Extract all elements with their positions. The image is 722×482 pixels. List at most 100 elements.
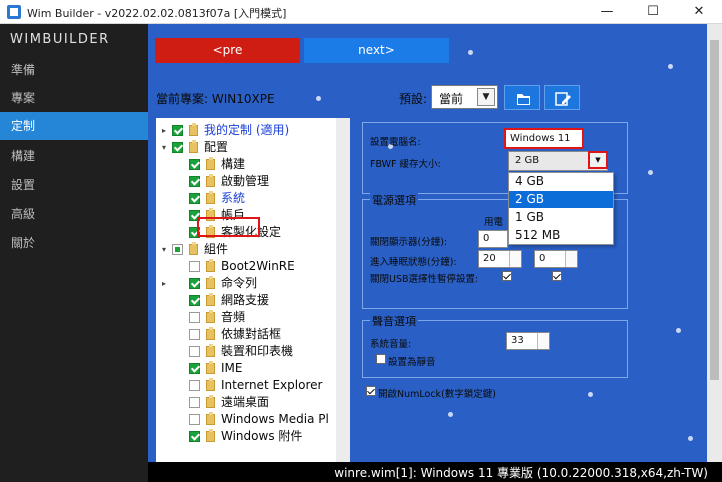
sidebar-item-about[interactable]: 關於: [0, 229, 148, 257]
tree-checkbox[interactable]: [189, 312, 200, 323]
tree-checkbox[interactable]: [189, 363, 200, 374]
folder-icon: [189, 140, 198, 153]
main-panel: <pre next> 當前專案: WIN10XPE 預設: 當前 ▼ ▸ 我的定…: [148, 24, 722, 462]
volume-stepper[interactable]: 33: [506, 332, 550, 350]
dropdown-option[interactable]: 4 GB: [509, 173, 613, 190]
tree-scrollbar[interactable]: [336, 118, 350, 462]
brand-logo: WIMBUILDER: [10, 32, 110, 47]
tree-item-label: 命令列: [221, 276, 258, 290]
folder-icon: [206, 412, 215, 425]
tree-item-label: Internet Explorer: [221, 378, 323, 392]
tree-item-label: Windows 附件: [221, 429, 303, 443]
preset-label: 預設:: [399, 92, 428, 106]
title-bar: Wim Builder - v2022.02.02.0813f07a [入門模式…: [0, 0, 722, 24]
close-button[interactable]: ✕: [676, 0, 722, 24]
mute-label: 設置為靜音: [388, 357, 436, 368]
spin-arrows-icon[interactable]: [537, 333, 549, 349]
main-scrollbar[interactable]: [707, 24, 722, 462]
sleep-value-2: 0: [539, 253, 546, 264]
app-icon: [7, 5, 21, 19]
fbwf-dropdown[interactable]: 4 GB 2 GB 1 GB 512 MB: [508, 172, 614, 245]
tree-checkbox[interactable]: [172, 142, 183, 153]
tree-item-label: 我的定制 (適用): [204, 123, 290, 137]
sound-legend: 聲音選項: [370, 313, 418, 329]
monitor-off-label: 關閉顯示器(分鐘):: [370, 237, 448, 248]
usb-suspend-checkbox-2[interactable]: [552, 271, 562, 281]
tree-checkbox[interactable]: [172, 244, 183, 255]
dropdown-option-selected[interactable]: 2 GB: [509, 191, 613, 208]
folder-icon: [206, 378, 215, 391]
tree-checkbox[interactable]: [189, 414, 200, 425]
expand-arrow-icon[interactable]: ▸: [158, 275, 170, 292]
tree-item-label: 配置: [204, 140, 229, 154]
mute-checkbox[interactable]: [376, 354, 386, 364]
status-bar: winre.wim[1]: Windows 11 專業版 (10.0.22000…: [148, 462, 722, 482]
monitor-off-stepper[interactable]: 0: [478, 230, 508, 248]
sidebar-item-build[interactable]: 構建: [0, 142, 148, 170]
tree-item-label: 組件: [204, 242, 229, 256]
tree-checkbox[interactable]: [189, 380, 200, 391]
folder-icon: [206, 327, 215, 340]
folder-icon: [206, 344, 215, 357]
status-text: winre.wim[1]: Windows 11 專業版 (10.0.22000…: [334, 466, 708, 480]
dropdown-option[interactable]: 512 MB: [509, 227, 613, 244]
tree-item-label: IME: [221, 361, 243, 375]
component-tree[interactable]: ▸ 我的定制 (適用) ▾ 配置 構建 啟動管理 系統 帳戶 客製化設定 ▾ 組…: [156, 118, 344, 462]
maximize-button[interactable]: ☐: [630, 0, 676, 24]
sidebar-item-settings[interactable]: 設置: [0, 171, 148, 199]
tree-checkbox[interactable]: [189, 159, 200, 170]
tree-item-label: 依據對話框: [221, 327, 282, 341]
scrollbar-thumb[interactable]: [710, 40, 719, 380]
sidebar-item-customize[interactable]: 定制: [0, 112, 148, 140]
minimize-button[interactable]: —: [584, 0, 630, 24]
folder-icon: [206, 429, 215, 442]
numlock-checkbox[interactable]: [366, 386, 376, 396]
sidebar-item-project[interactable]: 專案: [0, 84, 148, 112]
snow-dot: [316, 96, 321, 101]
dropdown-option[interactable]: 1 GB: [509, 209, 613, 226]
snow-dot: [468, 50, 473, 55]
sleep-stepper-2[interactable]: 0: [534, 250, 578, 268]
folder-icon: [206, 395, 215, 408]
spin-arrows-icon[interactable]: [565, 251, 577, 267]
folder-icon: [206, 276, 215, 289]
preset-select[interactable]: 當前 ▼: [431, 85, 498, 109]
chevron-down-icon[interactable]: ▼: [588, 151, 608, 169]
tree-item-label: 構建: [221, 157, 246, 171]
tree-checkbox[interactable]: [172, 125, 183, 136]
power-legend: 電源選項: [370, 192, 418, 208]
spin-arrows-icon[interactable]: [509, 251, 521, 267]
usb-suspend-checkbox[interactable]: [502, 271, 512, 281]
sleep-label: 進入睡眠狀態(分鐘):: [370, 257, 457, 268]
tree-checkbox[interactable]: [189, 431, 200, 442]
tree-checkbox[interactable]: [189, 193, 200, 204]
edit-preset-button[interactable]: [544, 85, 580, 110]
tree-item-label: Windows Media Pl: [221, 412, 329, 426]
tree-item-label: 遠端桌面: [221, 395, 270, 409]
monitor-off-value: 0: [483, 233, 490, 244]
folder-icon: [206, 361, 215, 374]
tree-checkbox[interactable]: [189, 261, 200, 272]
sleep-stepper[interactable]: 20: [478, 250, 522, 268]
tree-checkbox[interactable]: [189, 176, 200, 187]
pre-button[interactable]: <pre: [155, 38, 300, 63]
expand-arrow-icon[interactable]: ▾: [158, 241, 170, 258]
edit-icon: [555, 92, 571, 106]
save-preset-button[interactable]: [504, 85, 540, 110]
expand-arrow-icon[interactable]: ▸: [158, 122, 170, 139]
chevron-down-icon[interactable]: ▼: [477, 88, 495, 106]
sidebar-item-prepare[interactable]: 準備: [0, 56, 148, 84]
tree-checkbox[interactable]: [189, 346, 200, 357]
sidebar-item-advanced[interactable]: 高級: [0, 200, 148, 228]
folder-icon: [206, 174, 215, 187]
computer-name-input[interactable]: Windows 11 PE: [504, 128, 584, 149]
next-button[interactable]: next>: [304, 38, 449, 63]
settings-panel: 設置電腦名: Windows 11 PE FBWF 緩存大小: 2 GB ▼ 電…: [362, 118, 702, 462]
tree-checkbox[interactable]: [189, 278, 200, 289]
expand-arrow-icon[interactable]: ▾: [158, 139, 170, 156]
power-partial-label: 用電: [484, 217, 504, 228]
snow-dot: [668, 64, 673, 69]
tree-checkbox[interactable]: [189, 397, 200, 408]
tree-checkbox[interactable]: [189, 295, 200, 306]
tree-checkbox[interactable]: [189, 329, 200, 340]
